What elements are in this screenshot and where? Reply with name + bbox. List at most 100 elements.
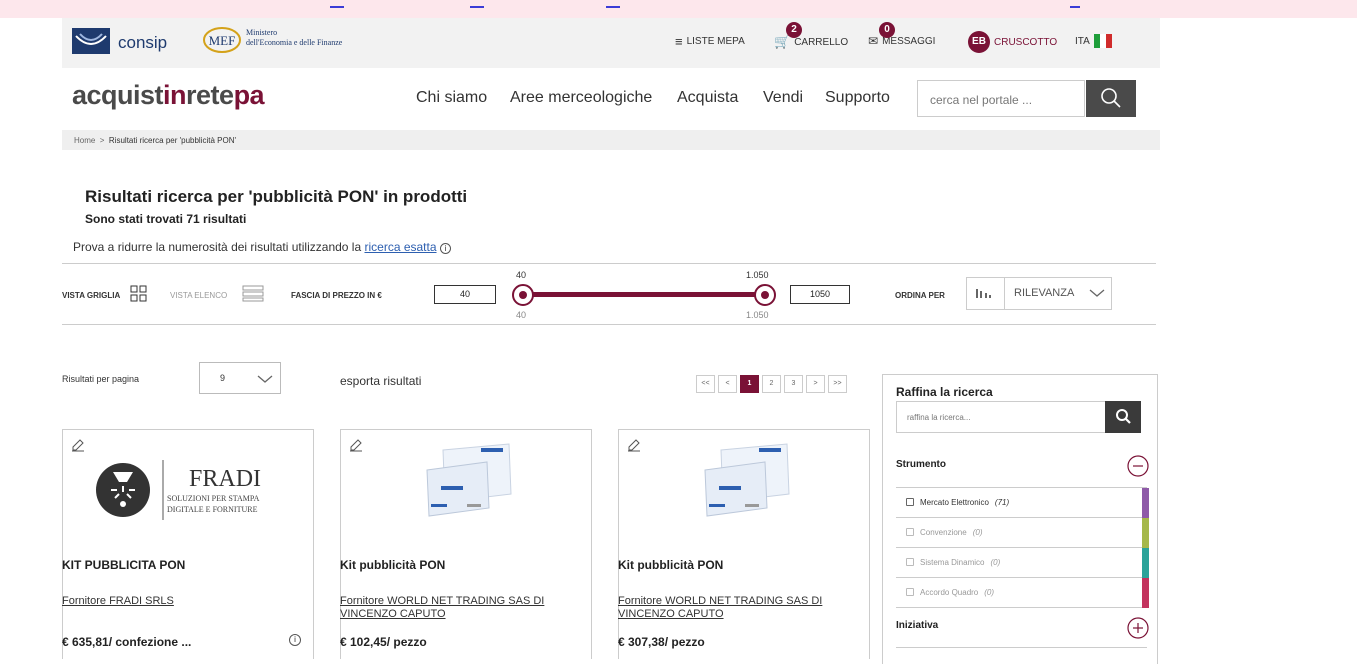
- svg-text:MEF: MEF: [209, 33, 236, 48]
- exact-search-link[interactable]: ricerca esatta: [364, 240, 436, 254]
- cruscotto-link[interactable]: EB CRUSCOTTO: [968, 31, 1057, 53]
- filter-option-convenzione: Convenzione (0): [896, 518, 1149, 548]
- sort-label: ORDINA PER: [895, 291, 945, 300]
- product-price: € 102,45/ pezzo: [340, 635, 427, 649]
- checkbox: [906, 558, 914, 566]
- list-view-icon[interactable]: [242, 285, 264, 302]
- filter-option-mercato-elettronico[interactable]: Mercato Elettronico (71): [896, 488, 1149, 518]
- product-title[interactable]: Kit pubblicità PON: [618, 558, 723, 572]
- collapse-minus-icon[interactable]: [1127, 455, 1149, 477]
- search-icon: [1101, 88, 1121, 108]
- consip-logo-icon[interactable]: [72, 28, 110, 54]
- product-price: € 307,38/ pezzo: [618, 635, 705, 649]
- supplier-link[interactable]: Fornitore WORLD NET TRADING SAS DI VINCE…: [618, 595, 868, 621]
- product-price: € 635,81/ confezione ...: [62, 635, 192, 649]
- checkbox: [906, 588, 914, 596]
- browser-top-strip: [0, 0, 1357, 18]
- expand-plus-icon[interactable]: [1127, 617, 1149, 639]
- filter-option-sistema-dinamico: Sistema Dinamico (0): [896, 548, 1149, 578]
- nav-aree-merceologiche[interactable]: Aree merceologiche: [510, 89, 652, 107]
- cart-icon: 🛒: [774, 34, 791, 49]
- fradi-logo-text: FRADI: [189, 466, 262, 492]
- carrello-link[interactable]: 🛒 CARRELLO: [774, 34, 848, 50]
- price-max-input[interactable]: 1050: [790, 285, 850, 304]
- filter-option-accordo-quadro: Accordo Quadro (0): [896, 578, 1149, 608]
- liste-mepa-link[interactable]: ≡ LISTE MEPA: [675, 34, 745, 49]
- cart-count-badge: 2: [786, 22, 802, 38]
- strumento-heading[interactable]: Strumento: [896, 459, 946, 470]
- portal-search-input[interactable]: cerca nel portale ...: [917, 80, 1085, 117]
- menu-icon: ≡: [675, 34, 683, 49]
- results-count: Sono stati trovati 71 risultati: [85, 212, 247, 226]
- prev-page-button[interactable]: <: [718, 375, 737, 393]
- results-per-page-label: Risultati per pagina: [62, 374, 140, 384]
- nav-supporto[interactable]: Supporto: [825, 89, 890, 107]
- price-slider-track[interactable]: [522, 292, 766, 297]
- slider-min-value: 40: [516, 270, 527, 280]
- first-page-button[interactable]: <<: [696, 375, 715, 393]
- search-icon: [1116, 409, 1131, 424]
- refine-title: Raffina la ricerca: [896, 385, 993, 399]
- iniziativa-heading[interactable]: Iniziativa: [896, 620, 938, 631]
- slider-max-value: 1.050: [746, 270, 769, 280]
- breadcrumb-home[interactable]: Home: [74, 136, 95, 145]
- page-2-button[interactable]: 2: [762, 375, 781, 393]
- pagination: << < 1 2 3 > >>: [696, 375, 847, 393]
- product-image: [704, 443, 790, 517]
- product-title[interactable]: Kit pubblicità PON: [340, 558, 445, 572]
- product-card[interactable]: Kit pubblicità PON Fornitore WORLD NET T…: [340, 429, 592, 659]
- messaggi-link[interactable]: ✉ MESSAGGI: [868, 34, 935, 48]
- checkbox: [906, 528, 914, 536]
- page-1-button[interactable]: 1: [740, 375, 759, 393]
- price-slider-max-handle[interactable]: [754, 284, 776, 306]
- refine-search-button[interactable]: [1105, 401, 1141, 433]
- price-range-label: FASCIA DI PREZZO IN €: [291, 291, 382, 300]
- breadcrumb-current: Risultati ricerca per 'pubblicità PON': [108, 136, 237, 145]
- nav-vendi[interactable]: Vendi: [763, 89, 803, 107]
- page-title: Risultati ricerca per 'pubblicità PON' i…: [85, 187, 468, 206]
- messages-count-badge: 0: [879, 22, 895, 38]
- info-icon[interactable]: i: [439, 243, 451, 254]
- slider-max-scale: 1.050: [746, 310, 769, 320]
- sort-value: RILEVANZA: [1014, 287, 1075, 299]
- results-per-page-select[interactable]: 9: [199, 362, 281, 394]
- grid-view-label[interactable]: VISTA GRIGLIA: [62, 291, 120, 300]
- list-view-label[interactable]: VISTA ELENCO: [170, 291, 227, 300]
- price-min-input[interactable]: 40: [434, 285, 496, 304]
- edit-icon[interactable]: [349, 438, 363, 452]
- breadcrumb: Home > Risultati ricerca per 'pubblicità…: [62, 130, 1160, 150]
- consip-label[interactable]: consip: [118, 33, 167, 53]
- product-card[interactable]: Kit pubblicità PON Fornitore WORLD NET T…: [618, 429, 870, 659]
- search-button[interactable]: [1086, 80, 1136, 117]
- nav-chi-siamo[interactable]: Chi siamo: [416, 89, 487, 107]
- sort-select[interactable]: RILEVANZA: [966, 277, 1112, 310]
- export-results-link[interactable]: esporta risultati: [340, 374, 421, 388]
- product-title[interactable]: KIT PUBBLICITA PON: [62, 558, 185, 572]
- italy-flag-icon: [1093, 34, 1112, 48]
- mef-name: Ministero dell'Economia e delle Finanze: [246, 28, 343, 47]
- price-slider-min-handle[interactable]: [512, 284, 534, 306]
- slider-min-scale: 40: [516, 310, 527, 320]
- chevron-down-icon: [257, 375, 273, 383]
- supplier-link[interactable]: Fornitore FRADI SRLS: [62, 595, 312, 608]
- next-page-button[interactable]: >: [806, 375, 825, 393]
- nav-acquista[interactable]: Acquista: [677, 89, 738, 107]
- search-hint: Prova a ridurre la numerosità dei risult…: [73, 240, 451, 254]
- supplier-link[interactable]: Fornitore WORLD NET TRADING SAS DI VINCE…: [340, 595, 590, 621]
- chevron-down-icon: [1089, 289, 1105, 297]
- mef-logo-icon[interactable]: MEF: [202, 26, 242, 54]
- utility-bar: consip MEF Ministero dell'Economia e del…: [62, 18, 1160, 68]
- info-icon[interactable]: i: [289, 634, 301, 646]
- grid-view-icon[interactable]: [130, 285, 147, 302]
- acquistinretepa-logo[interactable]: acquistinretepa: [72, 80, 265, 111]
- checkbox[interactable]: [906, 498, 914, 506]
- page-3-button[interactable]: 3: [784, 375, 803, 393]
- edit-icon[interactable]: [627, 438, 641, 452]
- refine-search-input[interactable]: raffina la ricerca...: [896, 401, 1106, 433]
- refine-panel: Raffina la ricerca raffina la ricerca...…: [882, 374, 1158, 664]
- last-page-button[interactable]: >>: [828, 375, 847, 393]
- sort-icon: [976, 289, 991, 298]
- language-selector[interactable]: ITA: [1075, 34, 1112, 48]
- product-card[interactable]: FRADI SOLUZIONI PER STAMPA DIGITALE E FOR…: [62, 429, 314, 659]
- fradi-logo-tagline: SOLUZIONI PER STAMPA DIGITALE E FORNITURE: [167, 494, 260, 514]
